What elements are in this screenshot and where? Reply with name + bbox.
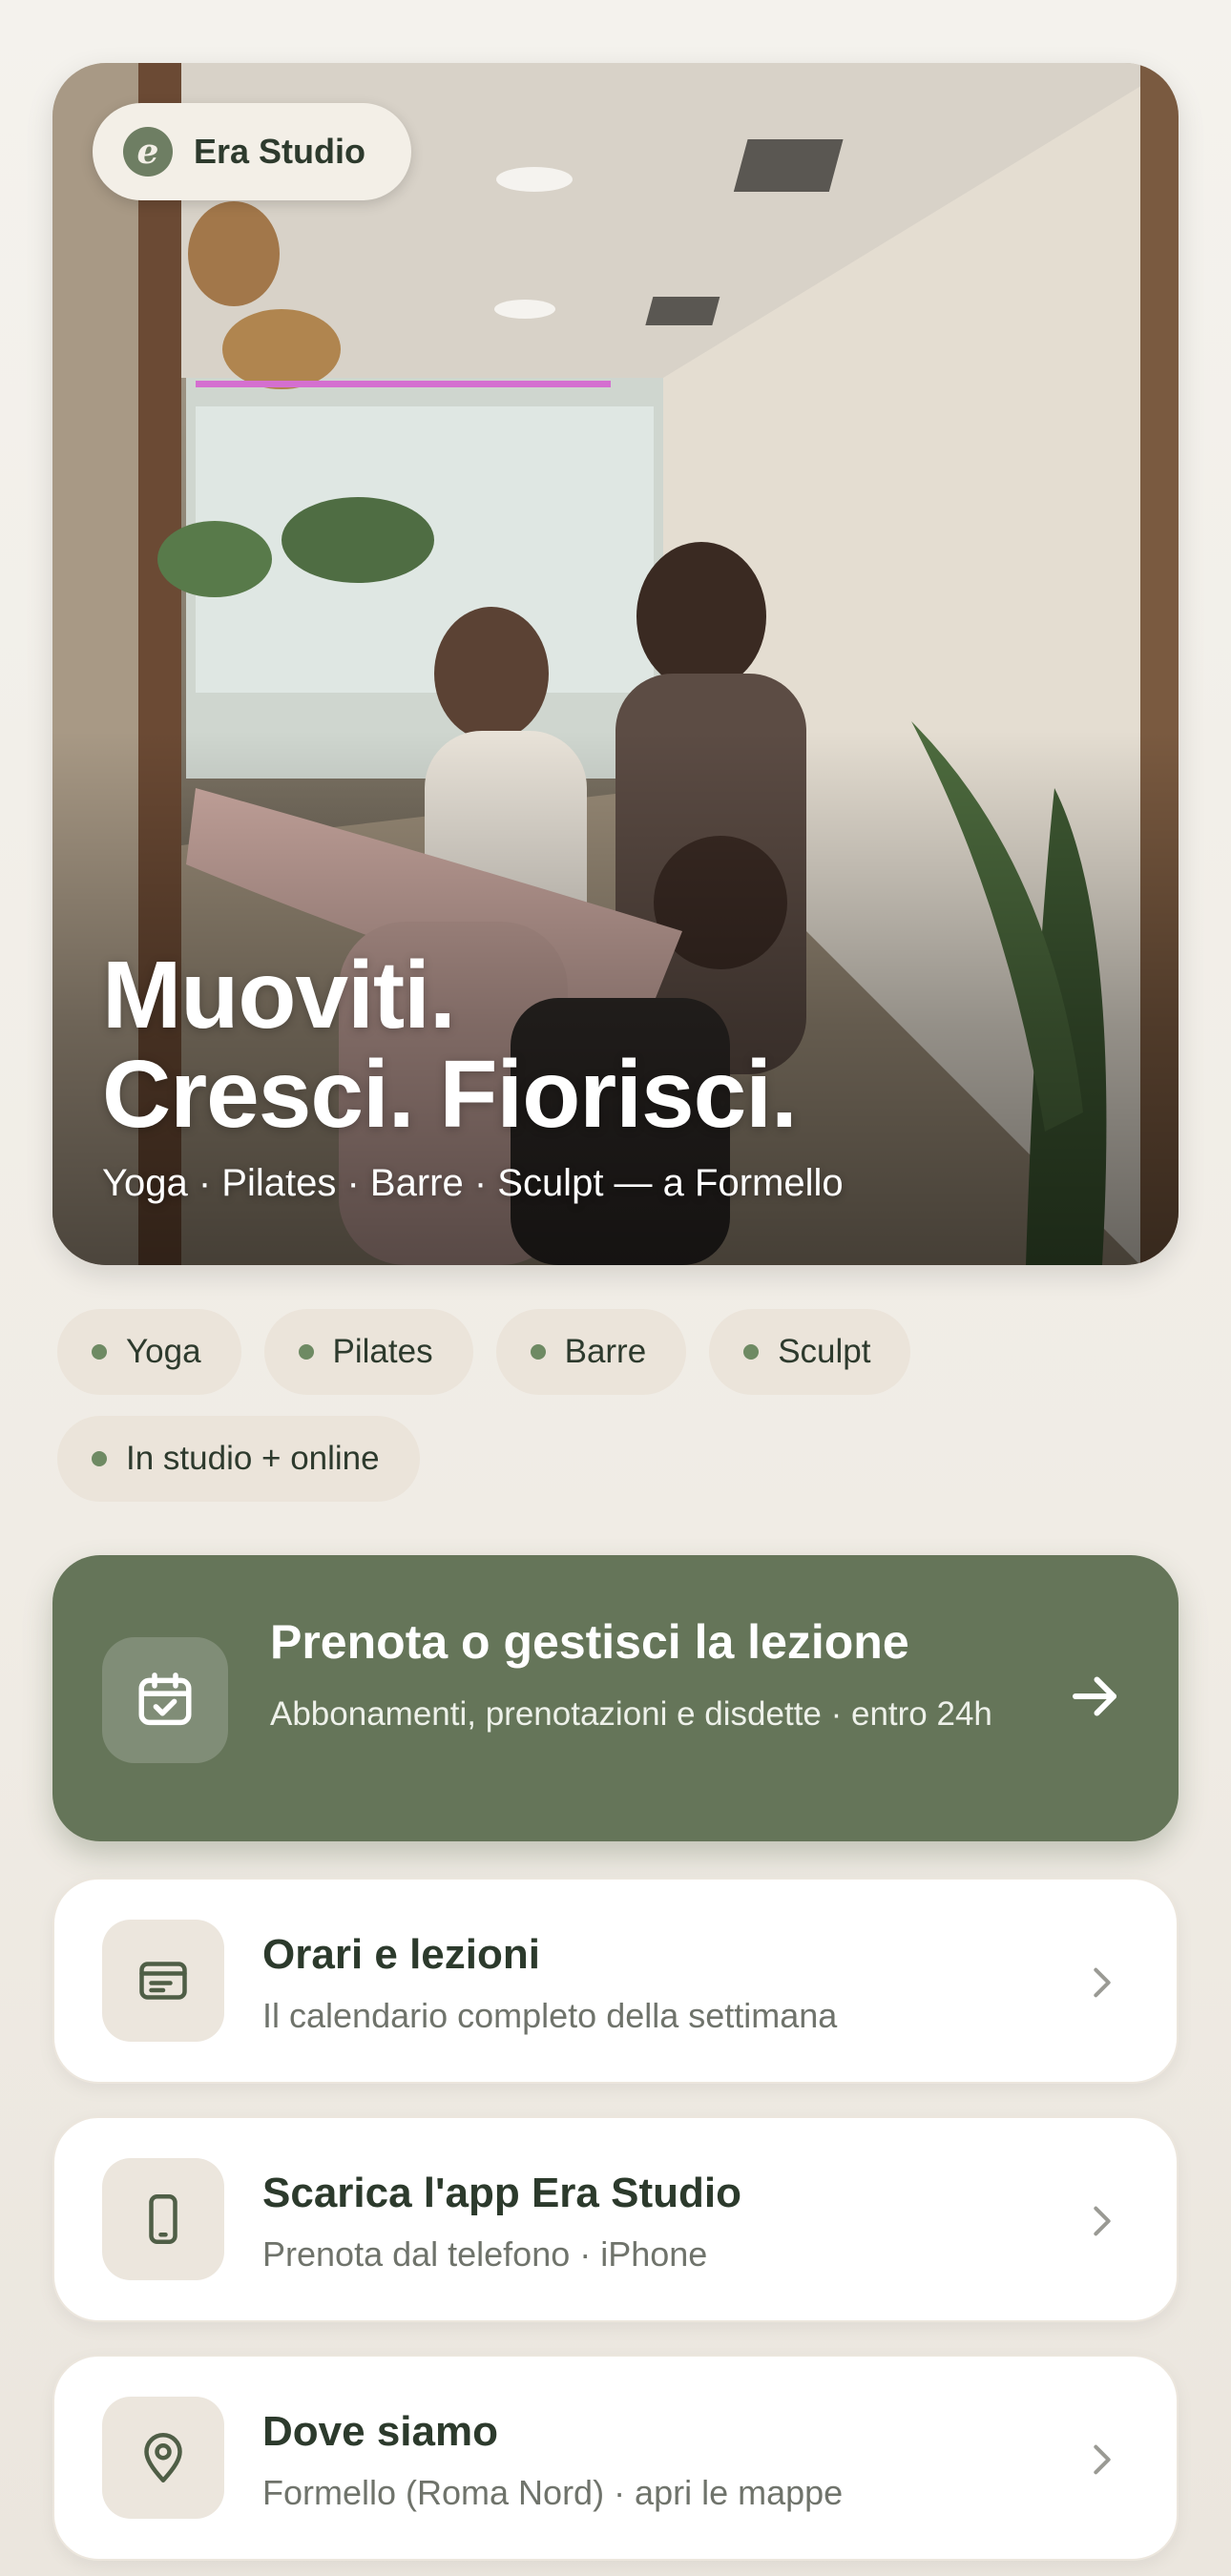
- brand-logo-icon: e: [123, 127, 173, 177]
- hero-title-line-1: Muoviti.: [102, 942, 456, 1049]
- hero-title-line-2: Cresci. Fiorisci.: [102, 1041, 798, 1148]
- phone-icon: [102, 2158, 224, 2280]
- brand-pill[interactable]: e Era Studio: [93, 103, 412, 200]
- hero-title: Muoviti. Cresci. Fiorisci.: [102, 942, 798, 1148]
- tag-label: Barre: [564, 1333, 647, 1370]
- calendar-check-icon: [102, 1637, 228, 1763]
- location-card-subtitle: Formello (Roma Nord) · apri le mappe: [262, 2473, 844, 2512]
- tag-label: Yoga: [126, 1333, 201, 1370]
- schedule-card[interactable]: Orari e lezioni Il calendario completo d…: [52, 1878, 1179, 2084]
- tag-in-studio-online: In studio + online: [57, 1416, 420, 1502]
- chevron-right-icon: [1094, 2206, 1111, 2236]
- page: e Era Studio Muoviti. Cresci. Fiorisci. …: [0, 0, 1231, 2576]
- tag-label: Sculpt: [778, 1333, 871, 1370]
- book-class-subtitle: Abbonamenti, prenotazioni e disdette · e…: [270, 1695, 992, 1733]
- schedule-card-title: Orari e lezioni: [262, 1931, 540, 1978]
- hero-subtitle: Yoga · Pilates · Barre · Sculpt — a Form…: [102, 1162, 844, 1204]
- book-class-title: Prenota o gestisci la lezione: [270, 1615, 909, 1669]
- tag-pilates: Pilates: [263, 1309, 473, 1395]
- schedule-icon: [102, 1920, 224, 2042]
- tag-dot-icon: [298, 1344, 314, 1360]
- tag-dot-icon: [743, 1344, 760, 1360]
- hero-banner: e Era Studio Muoviti. Cresci. Fiorisci. …: [52, 63, 1179, 1265]
- location-card-title: Dove siamo: [262, 2408, 498, 2455]
- tag-dot-icon: [92, 1344, 107, 1360]
- book-class-button[interactable]: Prenota o gestisci la lezione Abbonament…: [52, 1555, 1179, 1841]
- tag-yoga: Yoga: [57, 1309, 241, 1395]
- chevron-right-icon: [1094, 1967, 1111, 1998]
- arrow-right-icon: [1073, 1676, 1116, 1716]
- tag-label: Pilates: [332, 1333, 433, 1370]
- download-app-subtitle: Prenota dal telefono · iPhone: [262, 2234, 708, 2274]
- download-app-card[interactable]: Scarica l'app Era Studio Prenota dal tel…: [52, 2116, 1179, 2322]
- map-pin-icon: [102, 2397, 224, 2519]
- tag-sculpt: Sculpt: [709, 1309, 911, 1395]
- brand-name: Era Studio: [194, 132, 366, 171]
- schedule-card-subtitle: Il calendario completo della settimana: [262, 1996, 838, 2035]
- chevron-right-icon: [1094, 2444, 1111, 2475]
- tag-barre: Barre: [495, 1309, 687, 1395]
- discipline-tags: Yoga Pilates Barre Sculpt In studio + on…: [57, 1309, 1174, 1502]
- location-card[interactable]: Dove siamo Formello (Roma Nord) · apri l…: [52, 2355, 1179, 2561]
- download-app-title: Scarica l'app Era Studio: [262, 2170, 741, 2216]
- tag-dot-icon: [92, 1451, 107, 1466]
- tag-label: In studio + online: [126, 1440, 380, 1477]
- tag-dot-icon: [530, 1344, 546, 1360]
